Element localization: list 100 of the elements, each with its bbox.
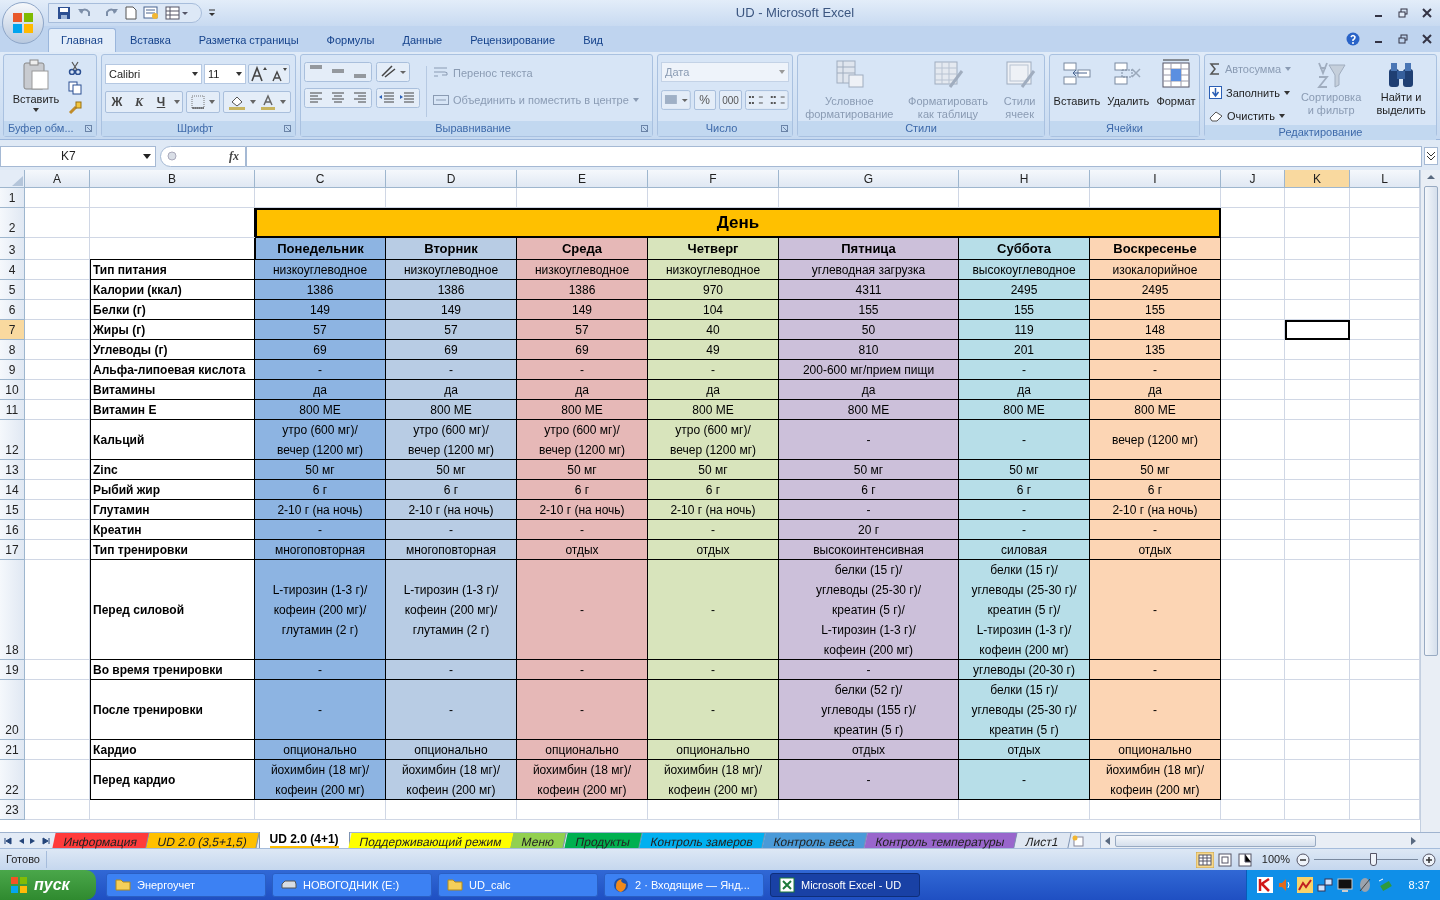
column-header[interactable]: K	[1285, 170, 1350, 188]
row-header[interactable]: 14	[0, 480, 25, 500]
taskbar-button[interactable]: НОВОГОДНИК (E:)	[272, 873, 432, 897]
ribbon-tab[interactable]: Формулы	[312, 28, 389, 52]
sheet-tab[interactable]: Поддерживающий режим	[347, 833, 514, 848]
row-header[interactable]: 17	[0, 540, 25, 560]
caret-icon[interactable]	[280, 100, 286, 104]
row-header[interactable]: 4	[0, 260, 25, 280]
taskbar-button[interactable]: 2 · Входящие — Янд...	[604, 873, 764, 897]
column-header[interactable]: A	[25, 170, 90, 188]
last-sheet-icon[interactable]	[42, 836, 50, 845]
column-header[interactable]: I	[1090, 170, 1221, 188]
customize-arrow-icon[interactable]	[208, 8, 216, 18]
vertical-scrollbar[interactable]	[1420, 170, 1440, 832]
ribbon-tab[interactable]: Вставка	[115, 28, 185, 52]
column-header[interactable]: J	[1221, 170, 1285, 188]
expand-handle-icon[interactable]	[167, 151, 177, 161]
scroll-thumb[interactable]	[1423, 186, 1438, 656]
row-header[interactable]: 16	[0, 520, 25, 540]
bold-button[interactable]: Ж	[106, 92, 128, 112]
sheet-tab[interactable]: Информация	[52, 833, 151, 848]
horizontal-scrollbar[interactable]	[1099, 833, 1420, 848]
align-left-icon-group[interactable]	[304, 88, 372, 108]
brush-icon[interactable]	[68, 101, 82, 115]
cells-button[interactable]: Формат	[1156, 59, 1196, 108]
column-header[interactable]: H	[959, 170, 1090, 188]
ribbon-tab[interactable]: Рецензирование	[456, 28, 570, 52]
taskbar-button[interactable]: Microsoft Excel - UD	[770, 873, 920, 897]
caret-icon[interactable]	[209, 100, 215, 104]
office-button[interactable]	[2, 2, 44, 44]
ribbon-tab[interactable]: Разметка страницы	[184, 28, 313, 52]
indent-icon-group[interactable]	[376, 88, 420, 108]
scissors-icon[interactable]	[68, 61, 82, 75]
row-header[interactable]: 22	[0, 760, 25, 800]
zoom-level[interactable]: 100%	[1261, 851, 1290, 868]
row-header[interactable]: 9	[0, 360, 25, 380]
name-box[interactable]: K7	[0, 145, 156, 167]
network-icon[interactable]	[1316, 877, 1333, 893]
row-header[interactable]: 13	[0, 460, 25, 480]
ribbon-tab[interactable]: Вид	[569, 28, 618, 52]
italic-button[interactable]: К	[128, 92, 150, 112]
previous-sheet-icon[interactable]	[18, 836, 24, 845]
active-cell[interactable]	[1285, 320, 1350, 340]
row-header[interactable]: 11	[0, 400, 25, 420]
dialog-launcher-icon[interactable]	[284, 125, 291, 132]
save-icon[interactable]	[57, 6, 71, 20]
sheet-tab[interactable]: UD 2.0 (3,5+1,5)	[146, 833, 261, 848]
taskbar-button[interactable]: UD_calc	[438, 873, 598, 897]
zoom-out-icon[interactable]	[1296, 852, 1310, 867]
monitor-icon[interactable]	[1336, 877, 1353, 893]
fill-button[interactable]: Заполнить	[1226, 84, 1280, 101]
close-icon[interactable]	[1422, 8, 1432, 18]
sheet-tab[interactable]: Контроль веса	[762, 833, 868, 848]
column-header[interactable]: E	[517, 170, 648, 188]
dialog-launcher-icon[interactable]	[85, 125, 92, 132]
column-header[interactable]: L	[1350, 170, 1420, 188]
ribbon-tab[interactable]: Главная	[48, 28, 116, 52]
help-icon[interactable]	[1346, 32, 1360, 46]
clear-button[interactable]: Очистить	[1227, 108, 1275, 125]
column-header[interactable]: G	[779, 170, 959, 188]
caret-icon[interactable]	[250, 100, 256, 104]
cells-button[interactable]: Удалить	[1107, 59, 1150, 108]
row-header[interactable]: 5	[0, 280, 25, 300]
dialog-launcher-icon[interactable]	[781, 125, 788, 132]
column-header[interactable]: B	[90, 170, 255, 188]
grow-font-icon[interactable]	[249, 65, 269, 83]
formula-input[interactable]	[246, 145, 1422, 167]
start-button[interactable]: пуск	[0, 870, 96, 900]
insert-function-button[interactable]: fx	[229, 147, 239, 165]
underline-button[interactable]: Ч	[150, 92, 172, 112]
row-header[interactable]: 1	[0, 188, 25, 208]
speaker-icon[interactable]	[1276, 877, 1293, 893]
column-header[interactable]: C	[255, 170, 386, 188]
row-header[interactable]: 8	[0, 340, 25, 360]
paste-button[interactable]: Вставить	[8, 59, 64, 112]
copy-icon[interactable]	[68, 81, 82, 95]
print-preview-icon[interactable]	[143, 6, 159, 20]
row-header[interactable]: 18	[0, 560, 25, 660]
column-header[interactable]: F	[648, 170, 779, 188]
sheet-tab[interactable]: Меню	[510, 833, 568, 848]
row-header[interactable]: 10	[0, 380, 25, 400]
dialog-launcher-icon[interactable]	[641, 125, 648, 132]
sheet-tab[interactable]: Продукты	[564, 833, 643, 848]
fill-color-icon[interactable]	[228, 94, 246, 110]
restore-icon[interactable]	[1398, 8, 1408, 18]
new-document-icon[interactable]	[125, 6, 137, 20]
sheet-tab[interactable]: Контроль замеров	[639, 833, 766, 848]
normal-view-icon[interactable]	[1195, 851, 1214, 868]
percent-button[interactable]: %	[693, 90, 716, 110]
thousands-button[interactable]: 000	[718, 90, 743, 110]
taskbar-button[interactable]: Энергоучет	[106, 873, 266, 897]
sheet-tab[interactable]: Контроль температуры	[864, 833, 1018, 848]
font-name-field[interactable]: Calibri	[105, 64, 202, 84]
row-header[interactable]: 19	[0, 660, 25, 680]
cells-button[interactable]: Вставить	[1053, 59, 1101, 108]
page-break-icon[interactable]	[1235, 851, 1254, 868]
decimal-icon-group[interactable]	[745, 90, 789, 110]
sheet-tab[interactable]: UD 2.0 (4+1)	[258, 832, 350, 848]
caret-icon[interactable]	[172, 100, 182, 104]
next-sheet-icon[interactable]	[30, 836, 36, 845]
